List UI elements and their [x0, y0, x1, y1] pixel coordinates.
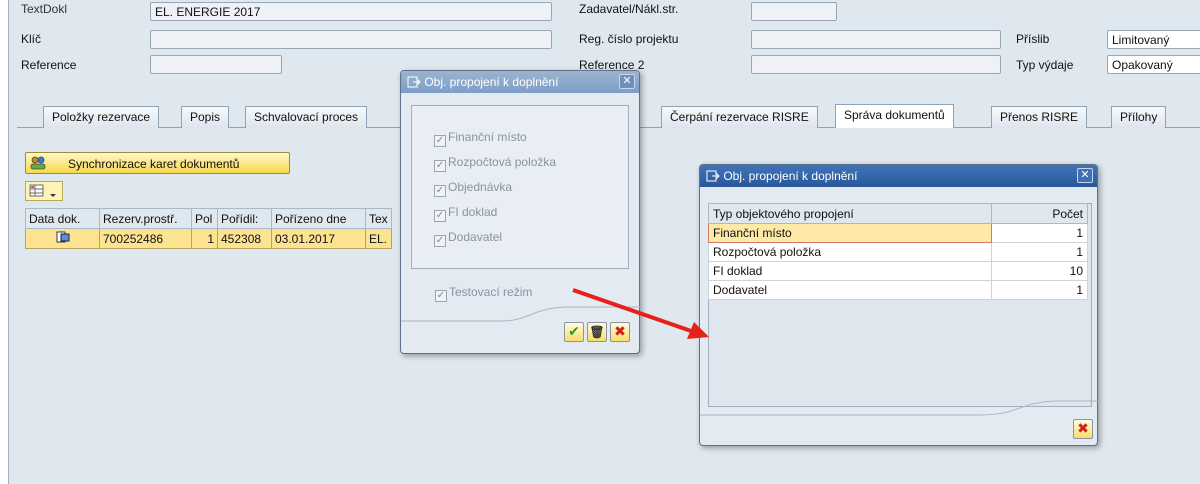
prislib-field[interactable]: Limitovaný	[1107, 30, 1200, 49]
result-count-cell[interactable]: 10	[991, 261, 1088, 281]
check-icon: ✓	[434, 210, 446, 222]
poridil-cell[interactable]: 452308	[217, 228, 272, 249]
tab-popis[interactable]: Popis	[181, 106, 230, 128]
dialog1-title: Obj. propojení k doplnění	[424, 75, 559, 89]
reg-number-field[interactable]	[751, 30, 1001, 49]
reference-label: Reference	[21, 58, 77, 72]
check-icon: ✓	[434, 235, 446, 247]
dialog-link-objects-2: Obj. propojení k doplnění ✕ Typ objektov…	[699, 164, 1099, 446]
document-cell[interactable]	[25, 228, 100, 249]
text-cell[interactable]: EL.	[365, 228, 392, 249]
tab-sprava-dokumentu[interactable]: Správa dokumentů	[835, 104, 954, 129]
table-row[interactable]: Rozpočtová položka 1	[708, 242, 1088, 262]
dialog1-checkbox-group: ✓ Finanční místo ✓ Rozpočtová položka ✓ Obj…	[411, 105, 629, 269]
result-type-cell[interactable]: Finanční místo	[708, 223, 992, 243]
result-type-cell[interactable]: Rozpočtová položka	[708, 242, 992, 262]
zadavatel-label: Zadavatel/Nákl.str.	[579, 2, 679, 16]
checkbox-rozpoctova-polozka[interactable]: ✓ Rozpočtová položka	[434, 155, 556, 172]
red-arrow-annotation	[572, 288, 709, 339]
text-field[interactable]: EL. ENERGIE 2017	[150, 2, 552, 21]
checkbox-fi-doklad[interactable]: ✓ FI doklad	[434, 205, 497, 222]
rezerv-cell[interactable]: 700252486	[99, 228, 192, 249]
table-row[interactable]: 700252486 1 452308 03.01.2017 EL.	[25, 228, 392, 249]
table-row[interactable]: Dodavatel 1	[708, 280, 1088, 300]
checkbox-testovaci-rezim[interactable]: ✓ Testovací režim	[435, 285, 532, 302]
zadavatel-field[interactable]	[751, 2, 837, 21]
col-rezerv[interactable]: Rezerv.prostř.	[99, 208, 192, 229]
check-icon: ✓	[434, 135, 446, 147]
tab-prenos-risre[interactable]: Přenos RISRE	[991, 106, 1088, 128]
document-icon	[56, 231, 69, 243]
result-count-cell[interactable]: 1	[991, 280, 1088, 300]
tab-schvalovaci-proces[interactable]: Schvalovací proces	[245, 106, 368, 128]
checkbox-objednavka[interactable]: ✓ Objednávka	[434, 180, 512, 197]
tab-prilohy[interactable]: Přílohy	[1111, 106, 1167, 128]
dialog2-divider	[700, 400, 1099, 416]
dialog-icon	[706, 170, 720, 182]
table-row[interactable]: FI doklad 10	[708, 261, 1088, 281]
dialog-icon	[407, 76, 421, 88]
sync-documents-button[interactable]: Synchronizace karet dokumentů	[25, 152, 290, 174]
col-poridil[interactable]: Pořídil:	[217, 208, 272, 229]
people-sync-icon	[30, 156, 46, 170]
key-field[interactable]	[150, 30, 552, 49]
documents-table: Data dok. Rezerv.prostř. Pol Pořídil: Po…	[25, 208, 392, 249]
reg-number-label: Reg. číslo projektu	[579, 32, 679, 46]
table-row[interactable]: Finanční místo 1	[708, 223, 1088, 243]
dialog2-title: Obj. propojení k doplnění	[723, 169, 858, 183]
typ-vydaje-label: Typ výdaje	[1016, 58, 1074, 72]
pol-cell[interactable]: 1	[191, 228, 218, 249]
close-button[interactable]: ✖	[1073, 419, 1093, 439]
tab-polozky-rezervace[interactable]: Položky rezervace	[43, 106, 160, 128]
results-table: Typ objektového propojení Počet Finanční…	[708, 203, 1088, 300]
dialog1-close-icon[interactable]: ✕	[619, 74, 635, 89]
sap-window: TextDokl EL. ENERGIE 2017 Klíč Reference…	[8, 0, 1200, 484]
col-pol[interactable]: Pol	[191, 208, 218, 229]
checkbox-dodavatel[interactable]: ✓ Dodavatel	[434, 230, 502, 247]
result-type-cell[interactable]: FI doklad	[708, 261, 992, 281]
check-icon: ✓	[435, 290, 447, 302]
table-layout-icon	[29, 184, 56, 197]
col-typ-propojeni[interactable]: Typ objektového propojení	[708, 203, 992, 224]
prislib-label: Příslib	[1016, 32, 1050, 46]
layout-menu-button[interactable]	[25, 181, 63, 201]
reference-field[interactable]	[150, 55, 282, 74]
reference2-field[interactable]	[751, 55, 1001, 74]
dialog2-titlebar: Obj. propojení k doplnění ✕	[700, 165, 1097, 187]
cancel-icon: ✖	[1077, 420, 1089, 436]
col-text[interactable]: Tex	[365, 208, 392, 229]
dialog1-titlebar: Obj. propojení k doplnění ✕	[401, 71, 639, 93]
key-label: Klíč	[21, 32, 42, 46]
check-icon: ✓	[434, 185, 446, 197]
date-cell[interactable]: 03.01.2017	[271, 228, 366, 249]
text-label: TextDokl	[21, 2, 68, 16]
col-data-dok[interactable]: Data dok.	[25, 208, 100, 229]
col-pocet[interactable]: Počet	[991, 203, 1088, 224]
tab-cerpani-rezervace[interactable]: Čerpání rezervace RISRE	[661, 106, 818, 128]
result-count-cell[interactable]: 1	[991, 223, 1088, 243]
check-icon: ✓	[434, 160, 446, 172]
col-porizeno-dne[interactable]: Pořízeno dne	[271, 208, 366, 229]
sync-documents-label: Synchronizace karet dokumentů	[68, 157, 240, 171]
result-count-cell[interactable]: 1	[991, 242, 1088, 262]
typ-vydaje-field[interactable]: Opakovaný	[1107, 55, 1200, 74]
result-type-cell[interactable]: Dodavatel	[708, 280, 992, 300]
checkbox-financni-misto[interactable]: ✓ Finanční místo	[434, 130, 527, 147]
dialog2-close-icon[interactable]: ✕	[1077, 168, 1093, 183]
